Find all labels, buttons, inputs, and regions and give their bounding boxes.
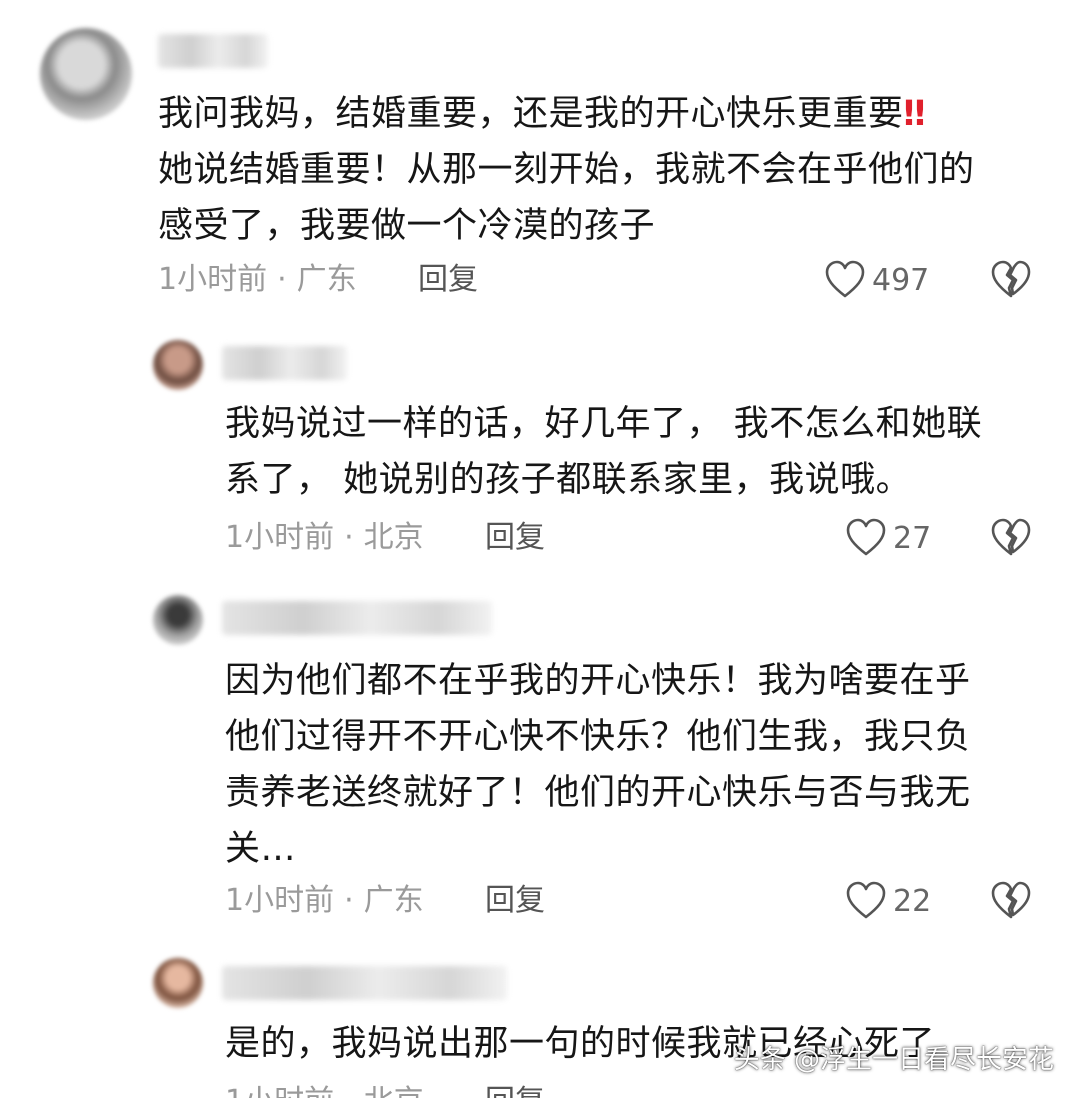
like-button[interactable]: 27 <box>845 516 931 560</box>
avatar[interactable] <box>153 340 203 390</box>
reply-item: 我妈说过一样的话，好几年了， 我不怎么和她联 系了， 她说别的孩子都联系家里，我… <box>0 320 1080 590</box>
comment-time: 1小时前 <box>158 262 268 297</box>
comment-location: 广东 <box>363 883 424 918</box>
comment-meta: 1小时前 · 广东 <box>225 883 424 918</box>
reply-button[interactable]: 回复 <box>485 1082 545 1098</box>
username-blurred[interactable] <box>222 601 492 635</box>
username-blurred[interactable] <box>158 34 268 68</box>
comment-item: 我问我妈，结婚重要，还是我的开心快乐更重要‼ 她说结婚重要！从那一刻开始，我就不… <box>0 0 1080 320</box>
username-blurred[interactable] <box>222 346 347 380</box>
reply-button[interactable]: 回复 <box>418 260 478 300</box>
comments-page: 我问我妈，结婚重要，还是我的开心快乐更重要‼ 她说结婚重要！从那一刻开始，我就不… <box>0 0 1080 1098</box>
broken-heart-icon[interactable] <box>990 518 1032 558</box>
comment-text: 我问我妈，结婚重要，还是我的开心快乐更重要‼ 她说结婚重要！从那一刻开始，我就不… <box>158 94 975 246</box>
like-count: 22 <box>893 883 932 919</box>
like-button[interactable]: 22 <box>845 879 931 923</box>
comment-meta: 1小时前 · 广东 <box>158 262 357 297</box>
broken-heart-icon[interactable] <box>990 881 1032 921</box>
comment-text: 因为他们都不在乎我的开心快乐！我为啥要在乎 他们过得开不开心快不快乐？他们生我，… <box>225 661 971 869</box>
heart-outline-icon <box>846 881 886 919</box>
comment-location: 北京 <box>364 1084 424 1098</box>
avatar[interactable] <box>40 28 132 120</box>
reply-item: 因为他们都不在乎我的开心快乐！我为啥要在乎 他们过得开不开心快不快乐？他们生我，… <box>0 585 1080 950</box>
username-blurred[interactable] <box>222 966 507 1000</box>
reply-button[interactable]: 回复 <box>485 881 545 921</box>
like-count: 497 <box>872 262 930 298</box>
comment-time: 1小时前 <box>225 883 335 918</box>
like-count: 27 <box>893 520 932 556</box>
like-button[interactable]: 497 <box>824 258 929 302</box>
reply-button[interactable]: 回复 <box>485 518 545 558</box>
comment-meta: 1小时前·北京 <box>225 520 424 555</box>
broken-heart-icon[interactable] <box>990 260 1032 300</box>
heart-outline-icon <box>846 518 886 556</box>
comment-location: 北京 <box>363 520 424 555</box>
heart-outline-icon <box>825 260 865 298</box>
comment-text: 我妈说过一样的话，好几年了， 我不怎么和她联 系了， 她说别的孩子都联系家里，我… <box>225 404 983 500</box>
watermark: 头条 @浮生一日看尽长安花 <box>733 1045 1054 1075</box>
comment-meta: 1小时前·北京 <box>225 1082 424 1098</box>
comment-time: 1小时前 <box>225 520 335 555</box>
double-exclamation-emoji: ‼ <box>903 94 926 134</box>
avatar[interactable] <box>153 595 203 645</box>
comment-time: 1小时前 <box>225 1084 334 1098</box>
comment-location: 广东 <box>296 262 357 297</box>
avatar[interactable] <box>153 958 203 1008</box>
